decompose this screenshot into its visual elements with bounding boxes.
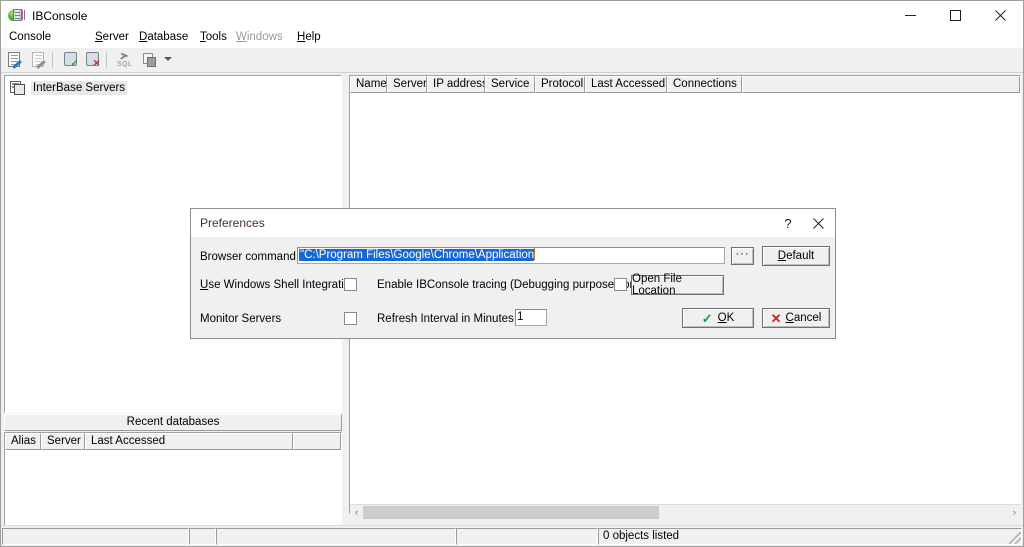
- ibconsole-globe-icon: [8, 8, 25, 24]
- recent-col-last-accessed[interactable]: Last Accessed: [85, 433, 293, 450]
- toolbar: ✓ ✕ SQL: [1, 48, 1023, 73]
- dialog-title: Preferences: [200, 216, 265, 230]
- monitor-servers-checkbox[interactable]: [344, 312, 357, 325]
- menu-help[interactable]: Help: [297, 31, 321, 43]
- minimize-icon[interactable]: [888, 1, 933, 30]
- menu-server[interactable]: Server: [95, 31, 129, 43]
- recent-col-filler: [293, 433, 341, 450]
- recent-col-server[interactable]: Server: [41, 433, 85, 450]
- refresh-interval-label: Refresh Interval in Minutes: [377, 313, 514, 325]
- menu-bar: Console Server Database Tools Windows He…: [1, 30, 1023, 48]
- status-cell-1: [2, 528, 189, 545]
- browser-command-input[interactable]: "C:\Program Files\Google\Chrome\Applicat…: [297, 247, 725, 264]
- col-service[interactable]: Service: [485, 76, 535, 93]
- recent-columns-header: Alias Server Last Accessed: [5, 433, 341, 450]
- dialog-close-icon[interactable]: [803, 209, 833, 237]
- status-cell-3: [216, 528, 456, 545]
- tree-item-interbase-servers[interactable]: InterBase Servers: [10, 80, 128, 96]
- ibconsole-window: IBConsole Console Server Database Tools …: [0, 0, 1024, 547]
- recent-col-alias[interactable]: Alias: [5, 433, 41, 450]
- menu-console[interactable]: Console: [9, 31, 51, 43]
- tracing-checkbox[interactable]: [614, 278, 627, 291]
- refresh-interval-input[interactable]: 1: [515, 309, 547, 326]
- disconnect-database-icon: ✕: [83, 51, 103, 69]
- edit-database-icon: [29, 51, 49, 69]
- open-file-location-button[interactable]: Open File Location: [631, 273, 724, 297]
- server-columns-header: Name Server IP address Service Protocol …: [350, 76, 1020, 93]
- shell-integration-checkbox[interactable]: [344, 278, 357, 291]
- toolbar-separator: [106, 52, 107, 68]
- window-controls: [888, 1, 1023, 30]
- resize-grip-icon[interactable]: [1009, 532, 1021, 544]
- tracing-label: Enable IBConsole tracing (Debugging purp…: [377, 279, 649, 291]
- preferences-dialog: Preferences ? Browser command "C:\Progra…: [190, 208, 836, 339]
- col-protocol[interactable]: Protocol: [535, 76, 585, 93]
- ok-button[interactable]: ✓ OK: [682, 308, 754, 328]
- arrange-windows-icon: [140, 51, 160, 69]
- scroll-left-icon[interactable]: ‹: [350, 505, 363, 520]
- chevron-down-icon[interactable]: [164, 57, 172, 61]
- col-last-accessed[interactable]: Last Accessed: [585, 76, 667, 93]
- status-bar: 0 objects listed: [1, 525, 1023, 546]
- scroll-right-icon[interactable]: ›: [1008, 505, 1021, 520]
- maximize-icon[interactable]: [933, 1, 978, 30]
- browse-button[interactable]: ···: [731, 247, 754, 265]
- close-icon[interactable]: [978, 1, 1023, 30]
- col-filler: [742, 76, 1020, 93]
- col-connections[interactable]: Connections: [667, 76, 742, 93]
- browser-command-label: Browser command: [200, 251, 296, 263]
- scrollbar-thumb[interactable]: [363, 506, 659, 519]
- menu-windows: Windows: [236, 31, 283, 43]
- text-caret: [534, 248, 536, 260]
- recent-databases-list[interactable]: Alias Server Last Accessed: [4, 432, 342, 527]
- help-icon[interactable]: ?: [773, 209, 803, 237]
- register-database-icon[interactable]: [5, 51, 25, 69]
- servers-icon: [10, 80, 27, 96]
- interactive-sql-icon: SQL: [114, 51, 134, 69]
- title-bar: IBConsole: [1, 1, 1023, 30]
- menu-database[interactable]: Database: [139, 31, 188, 43]
- toolbar-separator: [52, 52, 53, 68]
- col-name[interactable]: Name: [350, 76, 387, 93]
- horizontal-scrollbar[interactable]: ‹ ›: [350, 504, 1021, 520]
- status-cell-2: [189, 528, 216, 545]
- status-cell-4: [456, 528, 598, 545]
- window-title: IBConsole: [32, 8, 88, 23]
- tree-item-label: InterBase Servers: [31, 81, 128, 95]
- cross-icon: ✕: [770, 310, 782, 326]
- monitor-servers-label: Monitor Servers: [200, 313, 282, 325]
- shell-integration-label: Use Windows Shell Integration: [200, 279, 357, 291]
- dialog-title-bar: Preferences ?: [191, 209, 835, 237]
- col-ip-address[interactable]: IP address: [427, 76, 485, 93]
- menu-tools[interactable]: Tools: [200, 31, 227, 43]
- status-objects-listed: 0 objects listed: [598, 528, 1022, 545]
- recent-databases-header[interactable]: Recent databases: [4, 414, 342, 431]
- check-icon: ✓: [701, 310, 713, 326]
- cancel-button[interactable]: ✕ Cancel: [762, 308, 830, 328]
- default-button[interactable]: Default: [762, 246, 830, 266]
- browser-command-value: "C:\Program Files\Google\Chrome\Applicat…: [299, 249, 535, 261]
- connect-database-icon: ✓: [61, 51, 81, 69]
- col-server[interactable]: Server: [387, 76, 427, 93]
